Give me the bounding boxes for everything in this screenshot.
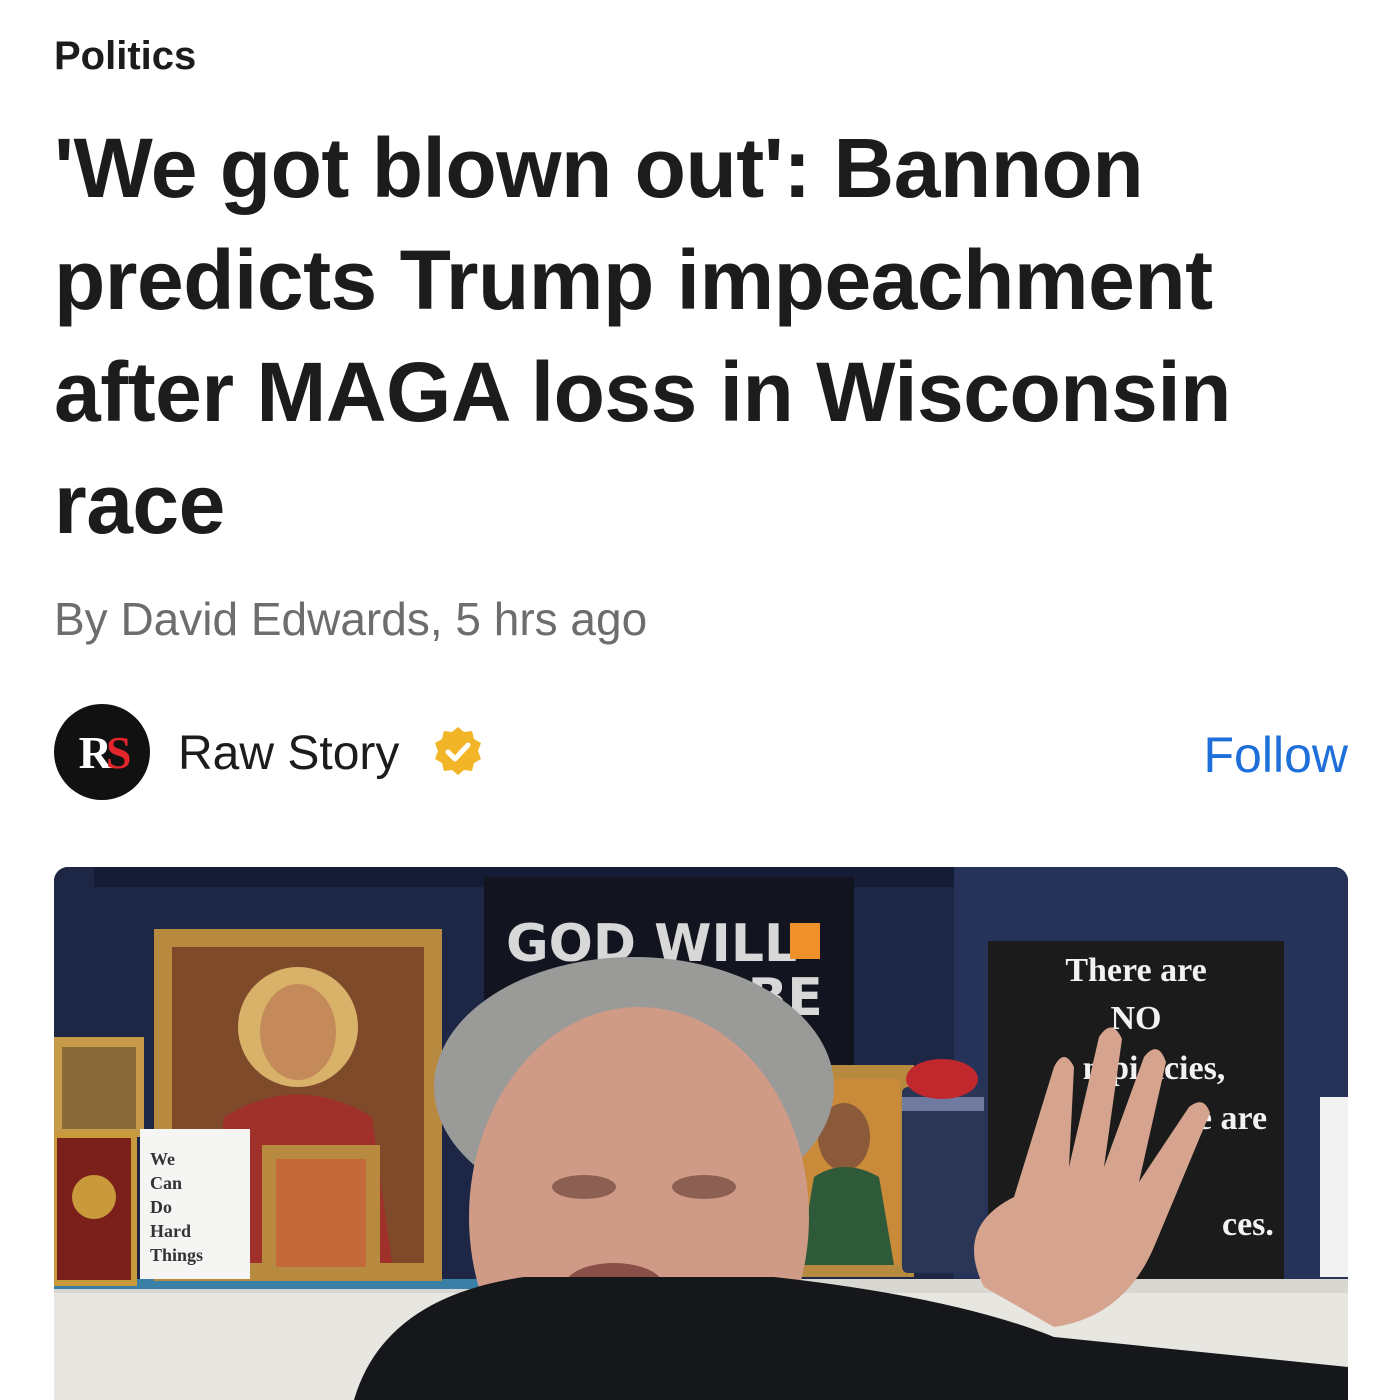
byline: By David Edwards, 5 hrs ago	[54, 592, 647, 646]
card-text-4: Hard	[150, 1221, 191, 1241]
byline-author: By David Edwards	[54, 593, 430, 645]
source-row: RS Raw Story Follow	[54, 704, 1348, 800]
category-label[interactable]: Politics	[54, 34, 196, 79]
source-name[interactable]: Raw Story	[178, 726, 399, 781]
card-text-5: Things	[150, 1245, 203, 1265]
byline-separator: ,	[429, 593, 456, 645]
logo-text: RS	[78, 726, 132, 778]
card-text-2: Can	[150, 1173, 182, 1193]
verified-badge-icon	[435, 727, 481, 775]
article-photo[interactable]: We Can Do Hard Things GOD WILL T BE Ther…	[54, 867, 1348, 1400]
sign-right-line6: ces.	[1222, 1206, 1274, 1243]
source-logo[interactable]: RS	[54, 704, 150, 800]
follow-button[interactable]: Follow	[1204, 726, 1348, 784]
sign-right-line1: There are	[1065, 952, 1206, 989]
photo-illustration: We Can Do Hard Things GOD WILL T BE Ther…	[54, 867, 1348, 1400]
card-text-1: We	[150, 1149, 175, 1169]
article-headline: 'We got blown out': Bannon predicts Trum…	[54, 121, 1231, 551]
card-text-3: Do	[150, 1197, 172, 1217]
byline-time: 5 hrs ago	[455, 593, 648, 645]
sign-right-line2: NO	[1111, 1000, 1162, 1037]
